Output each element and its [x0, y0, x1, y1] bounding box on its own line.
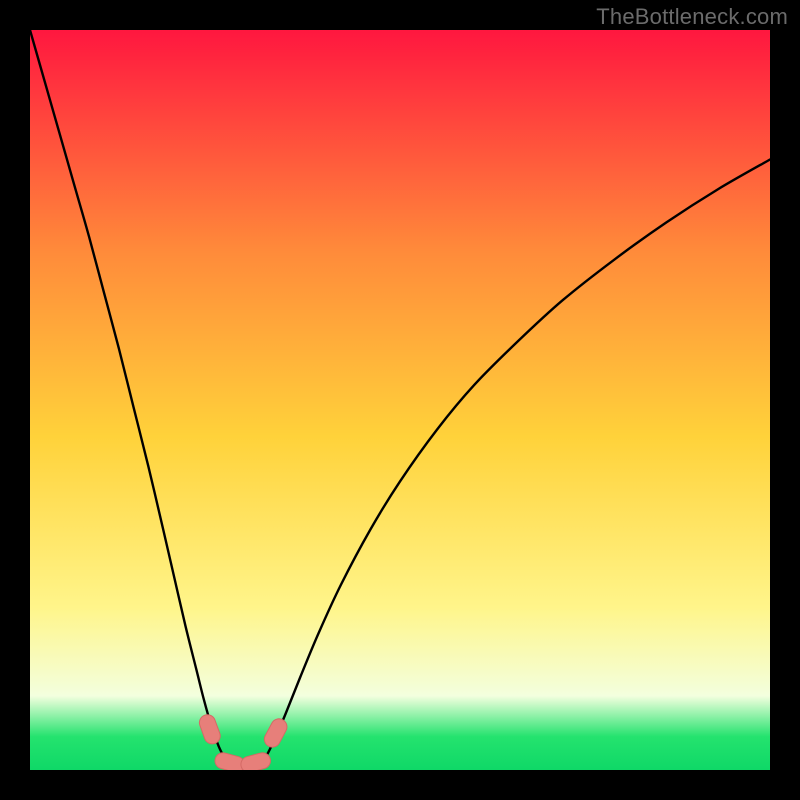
- curve-layer: [30, 30, 770, 770]
- curve-markers: [197, 712, 290, 770]
- bottleneck-curve: [30, 30, 770, 765]
- curve-marker: [262, 716, 290, 750]
- watermark-text: TheBottleneck.com: [596, 4, 788, 30]
- plot-area: [30, 30, 770, 770]
- chart-frame: TheBottleneck.com: [0, 0, 800, 800]
- curve-marker: [239, 751, 272, 770]
- curve-marker: [197, 712, 222, 746]
